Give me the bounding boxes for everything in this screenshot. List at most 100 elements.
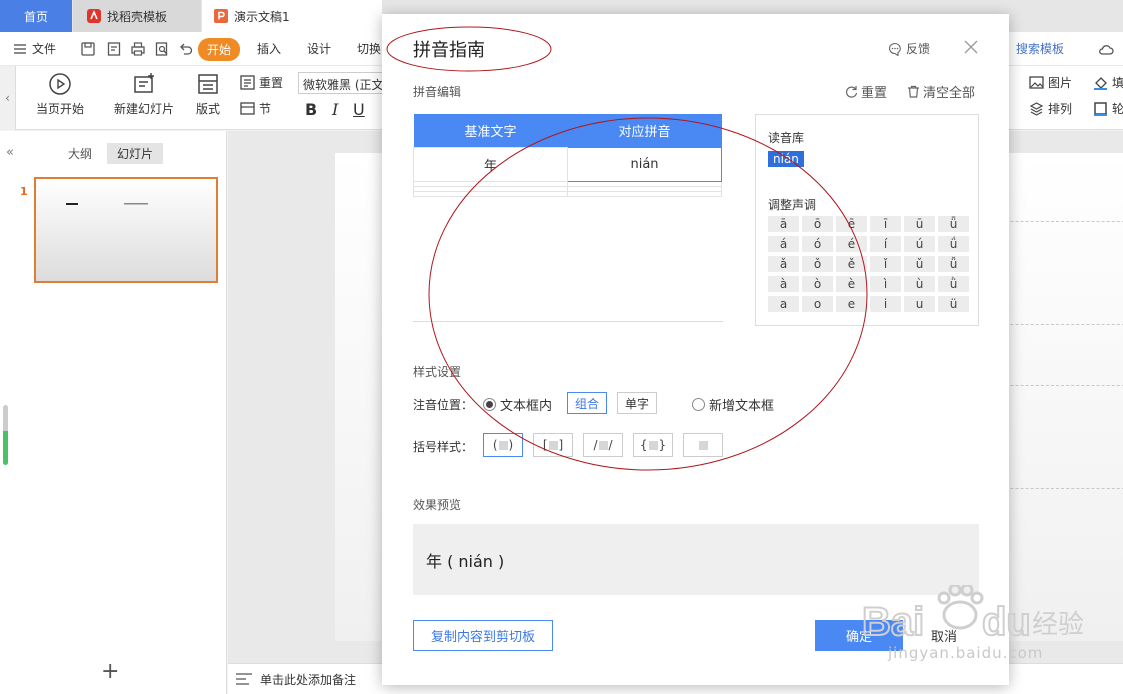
layout-button[interactable]: 版式: [196, 72, 220, 117]
close-icon[interactable]: [964, 40, 978, 54]
arrange-button[interactable]: 排列: [1029, 100, 1072, 117]
combine-option-button[interactable]: 组合: [567, 392, 607, 414]
pronunciation-option[interactable]: nián: [768, 151, 804, 167]
bracket-style-square[interactable]: []: [533, 433, 573, 457]
tone-option[interactable]: ú: [904, 236, 935, 252]
table-row: 年 nián: [413, 146, 722, 182]
arrange-label: 排列: [1048, 102, 1073, 116]
bold-button[interactable]: B: [305, 100, 317, 119]
feedback-button[interactable]: 反馈: [888, 40, 930, 57]
tone-option[interactable]: ě: [836, 256, 867, 272]
italic-button[interactable]: I: [332, 100, 338, 119]
tab-slides[interactable]: 幻灯片: [107, 143, 164, 164]
header-base-text: 基准文字: [413, 114, 568, 147]
new-slide-icon: [134, 73, 154, 93]
bracket-left: {: [639, 438, 648, 452]
reset-layout-icon: [240, 75, 255, 90]
adjust-tone-title: 调整声调: [768, 198, 817, 212]
tone-option[interactable]: ē: [836, 216, 867, 232]
menu-start[interactable]: 开始: [198, 38, 241, 61]
slide-panel: « 大纲 幻灯片 1 +: [0, 131, 227, 694]
tone-option[interactable]: á: [768, 236, 799, 252]
save-icon[interactable]: [80, 41, 96, 57]
tone-option[interactable]: e: [836, 296, 867, 312]
cloud-icon[interactable]: [1098, 42, 1114, 58]
tone-option[interactable]: u: [904, 296, 935, 312]
tone-option[interactable]: ǒ: [802, 256, 833, 272]
annotation-position-label: 注音位置：: [413, 398, 474, 412]
preview-text: 年 ( nián ): [426, 551, 505, 571]
tone-option[interactable]: o: [802, 296, 833, 312]
bracket-style-slash[interactable]: / /: [583, 433, 623, 457]
tab-outline[interactable]: 大纲: [68, 145, 92, 162]
collapse-panel-icon[interactable]: «: [6, 145, 14, 160]
new-slide-button[interactable]: 新建幻灯片: [114, 72, 174, 117]
bracket-style-brace[interactable]: {}: [633, 433, 673, 457]
tone-option[interactable]: ù: [904, 276, 935, 292]
tone-option[interactable]: ò: [802, 276, 833, 292]
ribbon-reset-button[interactable]: 重置: [240, 74, 283, 91]
print-preview-icon[interactable]: [154, 41, 170, 57]
tone-option[interactable]: ǖ: [938, 216, 969, 232]
menu-design[interactable]: 设计: [307, 40, 331, 57]
tone-option[interactable]: è: [836, 276, 867, 292]
underline-button[interactable]: U: [353, 100, 365, 119]
export-pdf-icon[interactable]: [106, 41, 122, 57]
bracket-style-none[interactable]: [683, 433, 723, 457]
tone-option[interactable]: ì: [870, 276, 901, 292]
tab-document-label: 演示文稿1: [234, 9, 290, 24]
library-title: 读音库: [768, 131, 805, 145]
bracket-right: ]: [558, 438, 564, 452]
empty-cell[interactable]: [567, 190, 722, 197]
section-button[interactable]: 节: [240, 100, 271, 117]
menu-search-template[interactable]: 搜索模板: [1016, 40, 1064, 57]
base-text-cell[interactable]: 年: [413, 146, 568, 182]
tone-option[interactable]: ǘ: [938, 236, 969, 252]
copy-to-clipboard-button[interactable]: 复制内容到剪切板: [413, 620, 553, 651]
ribbon-scroll-left-icon[interactable]: ‹: [0, 66, 16, 130]
menu-file[interactable]: 文件: [14, 40, 56, 57]
tone-option[interactable]: ǚ: [938, 256, 969, 272]
undo-icon[interactable]: [178, 41, 194, 57]
tone-option[interactable]: ō: [802, 216, 833, 232]
tab-document[interactable]: 演示文稿1: [202, 0, 382, 32]
font-family-select[interactable]: 微软雅黑 (正文: [298, 72, 384, 94]
tone-option[interactable]: i: [870, 296, 901, 312]
tone-option[interactable]: à: [768, 276, 799, 292]
print-icon[interactable]: [130, 41, 146, 57]
tone-option[interactable]: ǔ: [904, 256, 935, 272]
menu-switch[interactable]: 切换: [357, 40, 381, 57]
radio-in-textbox[interactable]: 文本框内: [483, 395, 552, 414]
clear-all-button[interactable]: 清空全部: [907, 82, 975, 101]
tone-option[interactable]: í: [870, 236, 901, 252]
bracket-style-paren[interactable]: (): [483, 433, 523, 457]
tone-option[interactable]: ī: [870, 216, 901, 232]
single-char-option-button[interactable]: 单字: [617, 392, 657, 414]
reset-button[interactable]: 重置: [845, 82, 887, 101]
outline-button[interactable]: 轮: [1093, 100, 1123, 117]
tone-option[interactable]: ó: [802, 236, 833, 252]
tone-option[interactable]: ü: [938, 296, 969, 312]
tab-home[interactable]: 首页: [0, 0, 72, 32]
new-slide-label: 新建幻灯片: [114, 102, 175, 116]
tone-option[interactable]: ǐ: [870, 256, 901, 272]
fill-button[interactable]: 填: [1093, 74, 1123, 91]
tone-option[interactable]: ū: [904, 216, 935, 232]
pinyin-cell[interactable]: nián: [567, 146, 722, 182]
radio-new-textbox[interactable]: 新增文本框: [692, 395, 774, 414]
empty-cell[interactable]: [413, 190, 568, 197]
bracket-right: }: [658, 438, 667, 452]
tone-option[interactable]: ǜ: [938, 276, 969, 292]
menu-insert[interactable]: 插入: [257, 40, 281, 57]
tone-option[interactable]: ǎ: [768, 256, 799, 272]
tone-option[interactable]: ā: [768, 216, 799, 232]
tab-template[interactable]: 找稻壳模板: [73, 0, 201, 32]
slide-thumbnail[interactable]: [34, 177, 218, 283]
radio-in-textbox-label: 文本框内: [500, 399, 553, 414]
bracket-style-label: 括号样式：: [413, 440, 474, 454]
tone-option[interactable]: é: [836, 236, 867, 252]
add-slide-button[interactable]: +: [101, 661, 119, 683]
tone-option[interactable]: a: [768, 296, 799, 312]
play-from-current-button[interactable]: 当页开始: [36, 72, 84, 117]
picture-button[interactable]: 图片: [1029, 74, 1072, 91]
